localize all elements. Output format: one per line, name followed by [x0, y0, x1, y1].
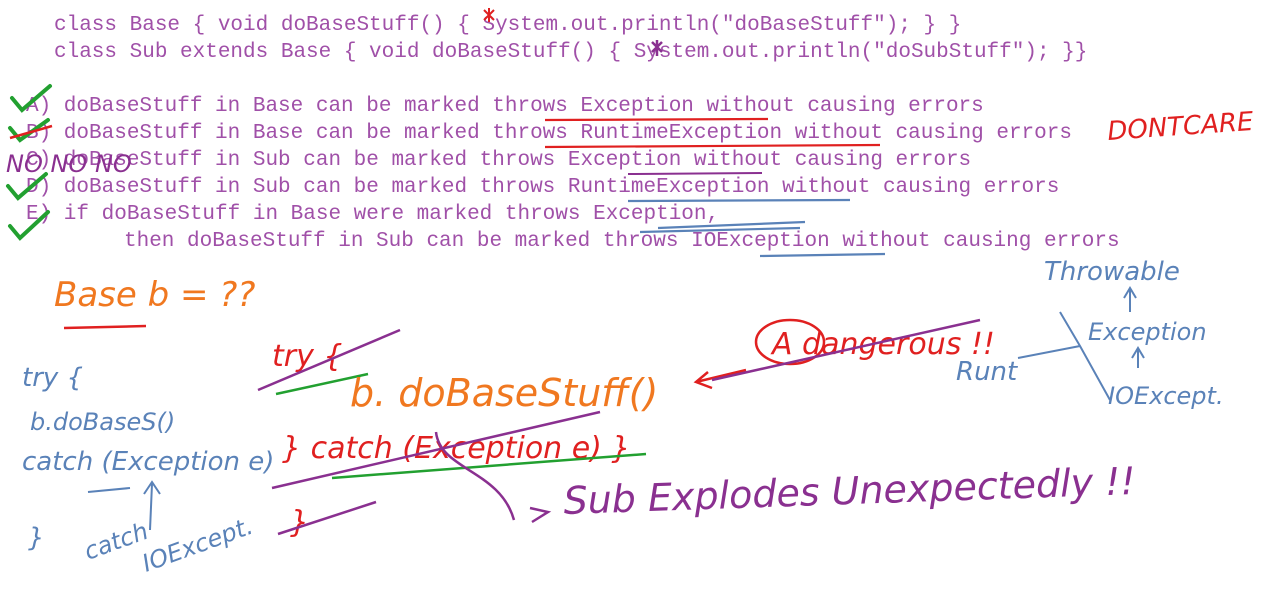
sub-explodes-note: Sub Explodes Unexpectedly !!: [563, 459, 1137, 523]
base-declaration-note: Base b = ??: [54, 275, 255, 315]
no-no-note: NO NO NO: [6, 150, 132, 178]
base-underline: [63, 324, 147, 330]
left-call-note: b.doBaseS(): [30, 408, 175, 436]
left-try-note: try {: [22, 363, 83, 393]
arrow-to-throwable: [1123, 286, 1137, 312]
call-note: b. doBaseStuff(): [350, 371, 658, 415]
exception-note: Exception: [1088, 318, 1207, 346]
ioexception-note: IOExcept.: [1108, 382, 1224, 410]
underline-throws-exception-a: [544, 117, 769, 122]
underline-exception-c: [627, 172, 763, 175]
left-up-arrow: [143, 480, 161, 531]
left-ioex-note: IOExcept.: [138, 512, 256, 578]
ink-overlay: DONTCARE NO NO NO Base b = ?? try { b. d…: [6, 8, 1255, 578]
arrow-head-right: [529, 506, 552, 524]
runtime-note: Runt: [956, 357, 1018, 387]
underline-throws-runtime-b: [544, 143, 881, 149]
underline-exception-e: [639, 220, 806, 234]
underline-ioexception-e: [759, 252, 886, 258]
purple-mark-2: [651, 40, 663, 56]
left-close-note: }: [28, 523, 45, 553]
arrow-to-exception: [1131, 346, 1145, 368]
left-catch-note: catch (Exception e): [22, 447, 274, 477]
red-slash-b: [9, 124, 53, 140]
dont-care-note: DONTCARE: [1106, 107, 1255, 147]
throwable-note: Throwable: [1044, 257, 1180, 287]
red-mark-1: [483, 8, 495, 22]
left-underline: [87, 487, 131, 493]
close-brace-note: }: [290, 505, 309, 540]
underline-runtime-d: [627, 198, 851, 203]
check-icon-e: [8, 210, 50, 241]
check-icon-a: [10, 84, 52, 113]
